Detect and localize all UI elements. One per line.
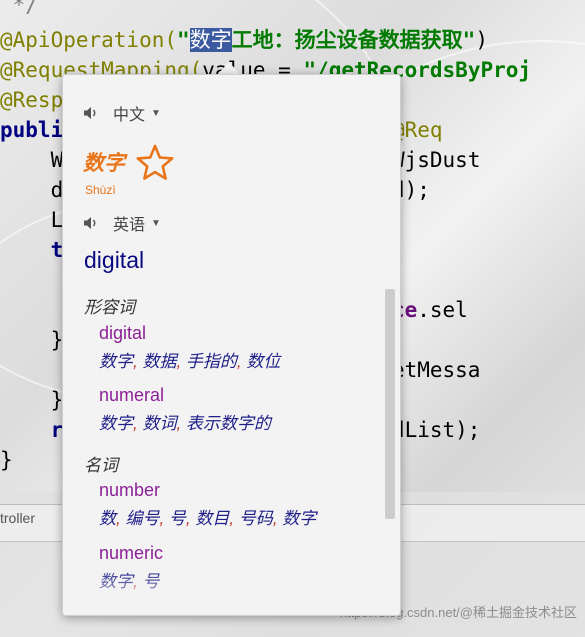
meaning-term[interactable]: 手指的 xyxy=(186,352,237,371)
code-token: .sel xyxy=(417,298,468,322)
code-token: ) xyxy=(475,28,488,52)
dictionary-entry-word[interactable]: number xyxy=(99,480,160,501)
tool-tab-controller[interactable]: troller xyxy=(0,510,35,526)
code-token: @Resp xyxy=(0,88,64,112)
meaning-separator: , xyxy=(236,352,247,371)
dictionary-entry-meanings: 数字, 数据, 手指的, 数位 xyxy=(99,347,280,372)
meaning-term[interactable]: 数据 xyxy=(142,352,176,371)
dictionary-entry-word[interactable]: digital xyxy=(99,323,146,344)
code-token: } xyxy=(0,448,13,472)
meaning-term[interactable]: 编号 xyxy=(125,509,159,528)
code-token: @ApiOperation( xyxy=(0,28,178,52)
meaning-term[interactable]: 号 xyxy=(169,509,186,528)
meaning-separator: , xyxy=(159,509,169,528)
source-word: 数字 xyxy=(83,152,125,175)
meaning-term[interactable]: 数 xyxy=(99,509,116,528)
code-token: } xyxy=(0,328,64,352)
target-language-label: 英语 xyxy=(113,217,146,234)
popup-scrollbar[interactable] xyxy=(385,289,395,519)
meaning-separator: , xyxy=(176,352,186,371)
bottom-fade xyxy=(63,565,400,615)
code-line: */ xyxy=(0,0,38,20)
code-line: @ApiOperation("数字工地：扬尘设备数据获取") xyxy=(0,25,488,55)
meaning-separator: , xyxy=(272,509,283,528)
code-line: } xyxy=(0,385,64,415)
code-token: } xyxy=(0,388,64,412)
dictionary-entry-word[interactable]: numeral xyxy=(99,385,164,406)
part-of-speech: 形容词 xyxy=(84,298,135,317)
source-language-label: 中文 xyxy=(113,107,146,124)
dictionary-entry-word[interactable]: numeric xyxy=(99,543,163,564)
code-token: */ xyxy=(0,0,38,17)
pinyin: Shùzì xyxy=(85,183,116,197)
part-of-speech: 名词 xyxy=(84,456,118,475)
main-translation: digital xyxy=(84,247,145,273)
code-token: publi xyxy=(0,118,64,142)
meaning-term[interactable]: 数字 xyxy=(282,509,316,528)
meaning-term[interactable]: 数位 xyxy=(246,352,280,371)
code-token: t xyxy=(0,238,64,262)
meaning-separator: , xyxy=(185,509,196,528)
chevron-down-icon: ▼ xyxy=(151,107,161,119)
code-token: 工地：扬尘设备数据获取" xyxy=(231,28,476,52)
code-line: } xyxy=(0,325,64,355)
meaning-separator: , xyxy=(229,509,239,528)
target-language-selector[interactable]: 英语 ▼ xyxy=(83,211,161,235)
meaning-term[interactable]: 数字 xyxy=(99,352,133,371)
dictionary-entry-meanings: 数字, 数词, 表示数字的 xyxy=(99,409,271,434)
meaning-term[interactable]: 表示数字的 xyxy=(186,414,271,433)
chevron-down-icon: ▼ xyxy=(151,217,161,229)
code-line: } xyxy=(0,445,13,475)
meaning-term[interactable]: 数词 xyxy=(142,414,176,433)
speaker-icon[interactable] xyxy=(83,105,99,121)
source-language-selector[interactable]: 中文 ▼ xyxy=(83,101,161,125)
favorite-star-icon[interactable] xyxy=(135,143,175,181)
meaning-term[interactable]: 号码 xyxy=(239,509,273,528)
source-word-row: 数字 xyxy=(83,143,175,181)
dictionary-entry-meanings: 数, 编号, 号, 数目, 号码, 数字 xyxy=(99,504,316,529)
meaning-term[interactable]: 数字 xyxy=(99,414,133,433)
popup-caret xyxy=(218,62,240,74)
code-line: t xyxy=(0,235,64,265)
code-token: " xyxy=(177,28,190,52)
code-token: 数字 xyxy=(189,28,232,52)
code-line: @Resp xyxy=(0,85,63,115)
meaning-term[interactable]: 数目 xyxy=(195,509,229,528)
speaker-icon[interactable] xyxy=(83,215,99,231)
meaning-separator: , xyxy=(176,414,186,433)
translation-popup: 中文 ▼ 数字 Shùzì 英语 ▼ digital 形容词 digital 数字,… xyxy=(62,74,401,616)
